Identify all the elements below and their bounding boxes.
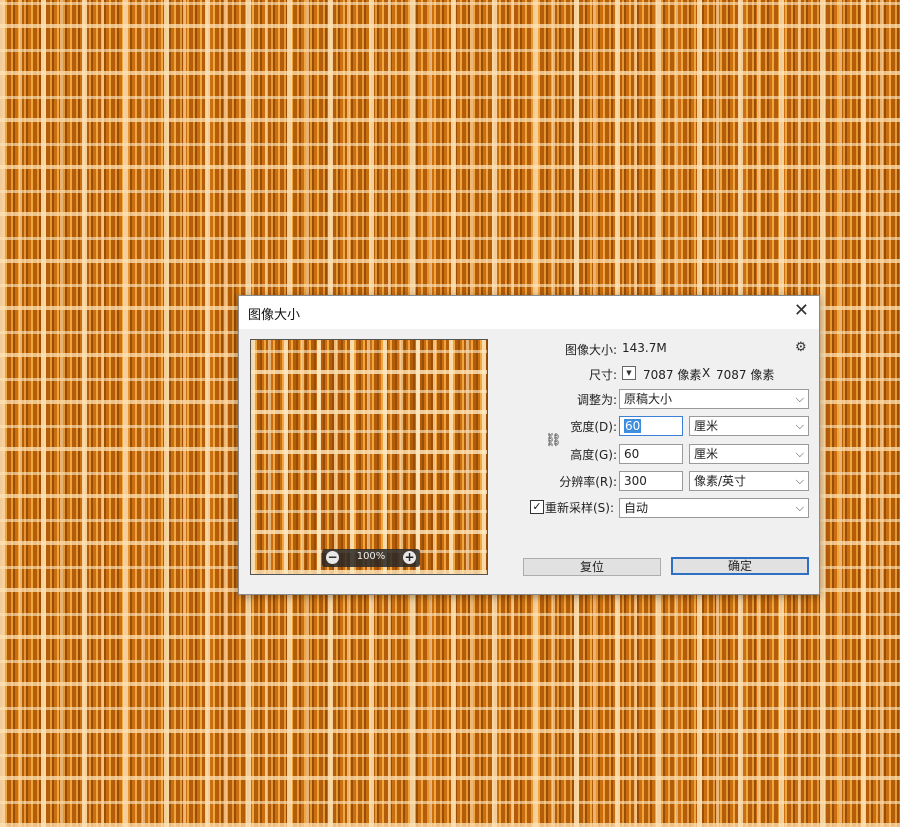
height-input[interactable]: 60 [619, 444, 683, 464]
chevron-down-icon: ⌵ [795, 474, 804, 487]
image-size-label: 图像大小: [564, 343, 617, 357]
image-size-dialog: 图像大小 ✕ − 100% + 图像大小: 143.7M ⚙ 尺寸: ▼ 708… [238, 295, 820, 595]
height-value: 60 [624, 447, 640, 461]
resolution-unit-select[interactable]: 像素/英寸 ⌵ [689, 471, 809, 491]
gear-icon[interactable]: ⚙ [795, 340, 807, 355]
height-label: 高度(G): [570, 448, 617, 462]
dialog-titlebar: 图像大小 ✕ [239, 296, 819, 329]
dimensions-width: 7087 像素 [643, 368, 702, 382]
chevron-down-icon: ⌵ [795, 501, 804, 514]
resolution-unit: 像素/英寸 [694, 474, 747, 488]
dimensions-x: X [702, 366, 711, 380]
ok-button[interactable]: 确定 [671, 557, 809, 575]
width-unit: 厘米 [694, 419, 719, 433]
dimensions-unit-dropdown-icon[interactable]: ▼ [622, 366, 636, 380]
resolution-value: 300 [624, 474, 647, 488]
zoom-control: − 100% + [322, 549, 420, 567]
chevron-down-icon: ⌵ [795, 419, 804, 432]
width-value: 60 [624, 419, 642, 433]
height-unit: 厘米 [694, 447, 719, 461]
resample-label: 重新采样(S): [545, 501, 615, 515]
width-input[interactable]: 60 [619, 416, 683, 436]
close-icon[interactable]: ✕ [794, 301, 809, 321]
zoom-in-icon[interactable]: + [403, 551, 416, 564]
chevron-down-icon: ⌵ [795, 447, 804, 460]
resolution-input[interactable]: 300 [619, 471, 683, 491]
width-label: 宽度(D): [570, 420, 617, 434]
image-size-value: 143.7M [622, 341, 667, 355]
chevron-down-icon: ⌵ [795, 392, 804, 405]
dimensions-label: 尺寸: [588, 368, 617, 382]
resample-value: 自动 [624, 501, 649, 515]
fit-to-label: 调整为: [576, 393, 617, 407]
dimensions-height: 7087 像素 [716, 368, 775, 382]
fit-to-value: 原稿大小 [624, 392, 673, 406]
resolution-label: 分辨率(R): [559, 475, 617, 489]
width-unit-select[interactable]: 厘米 ⌵ [689, 416, 809, 436]
dialog-title: 图像大小 [248, 308, 301, 323]
height-unit-select[interactable]: 厘米 ⌵ [689, 444, 809, 464]
resample-select[interactable]: 自动 ⌵ [619, 498, 809, 518]
reset-button[interactable]: 复位 [523, 558, 661, 576]
resample-checkbox[interactable]: ✓ [530, 500, 544, 514]
image-preview[interactable]: − 100% + [250, 339, 488, 575]
fit-to-select[interactable]: 原稿大小 ⌵ [619, 389, 809, 409]
